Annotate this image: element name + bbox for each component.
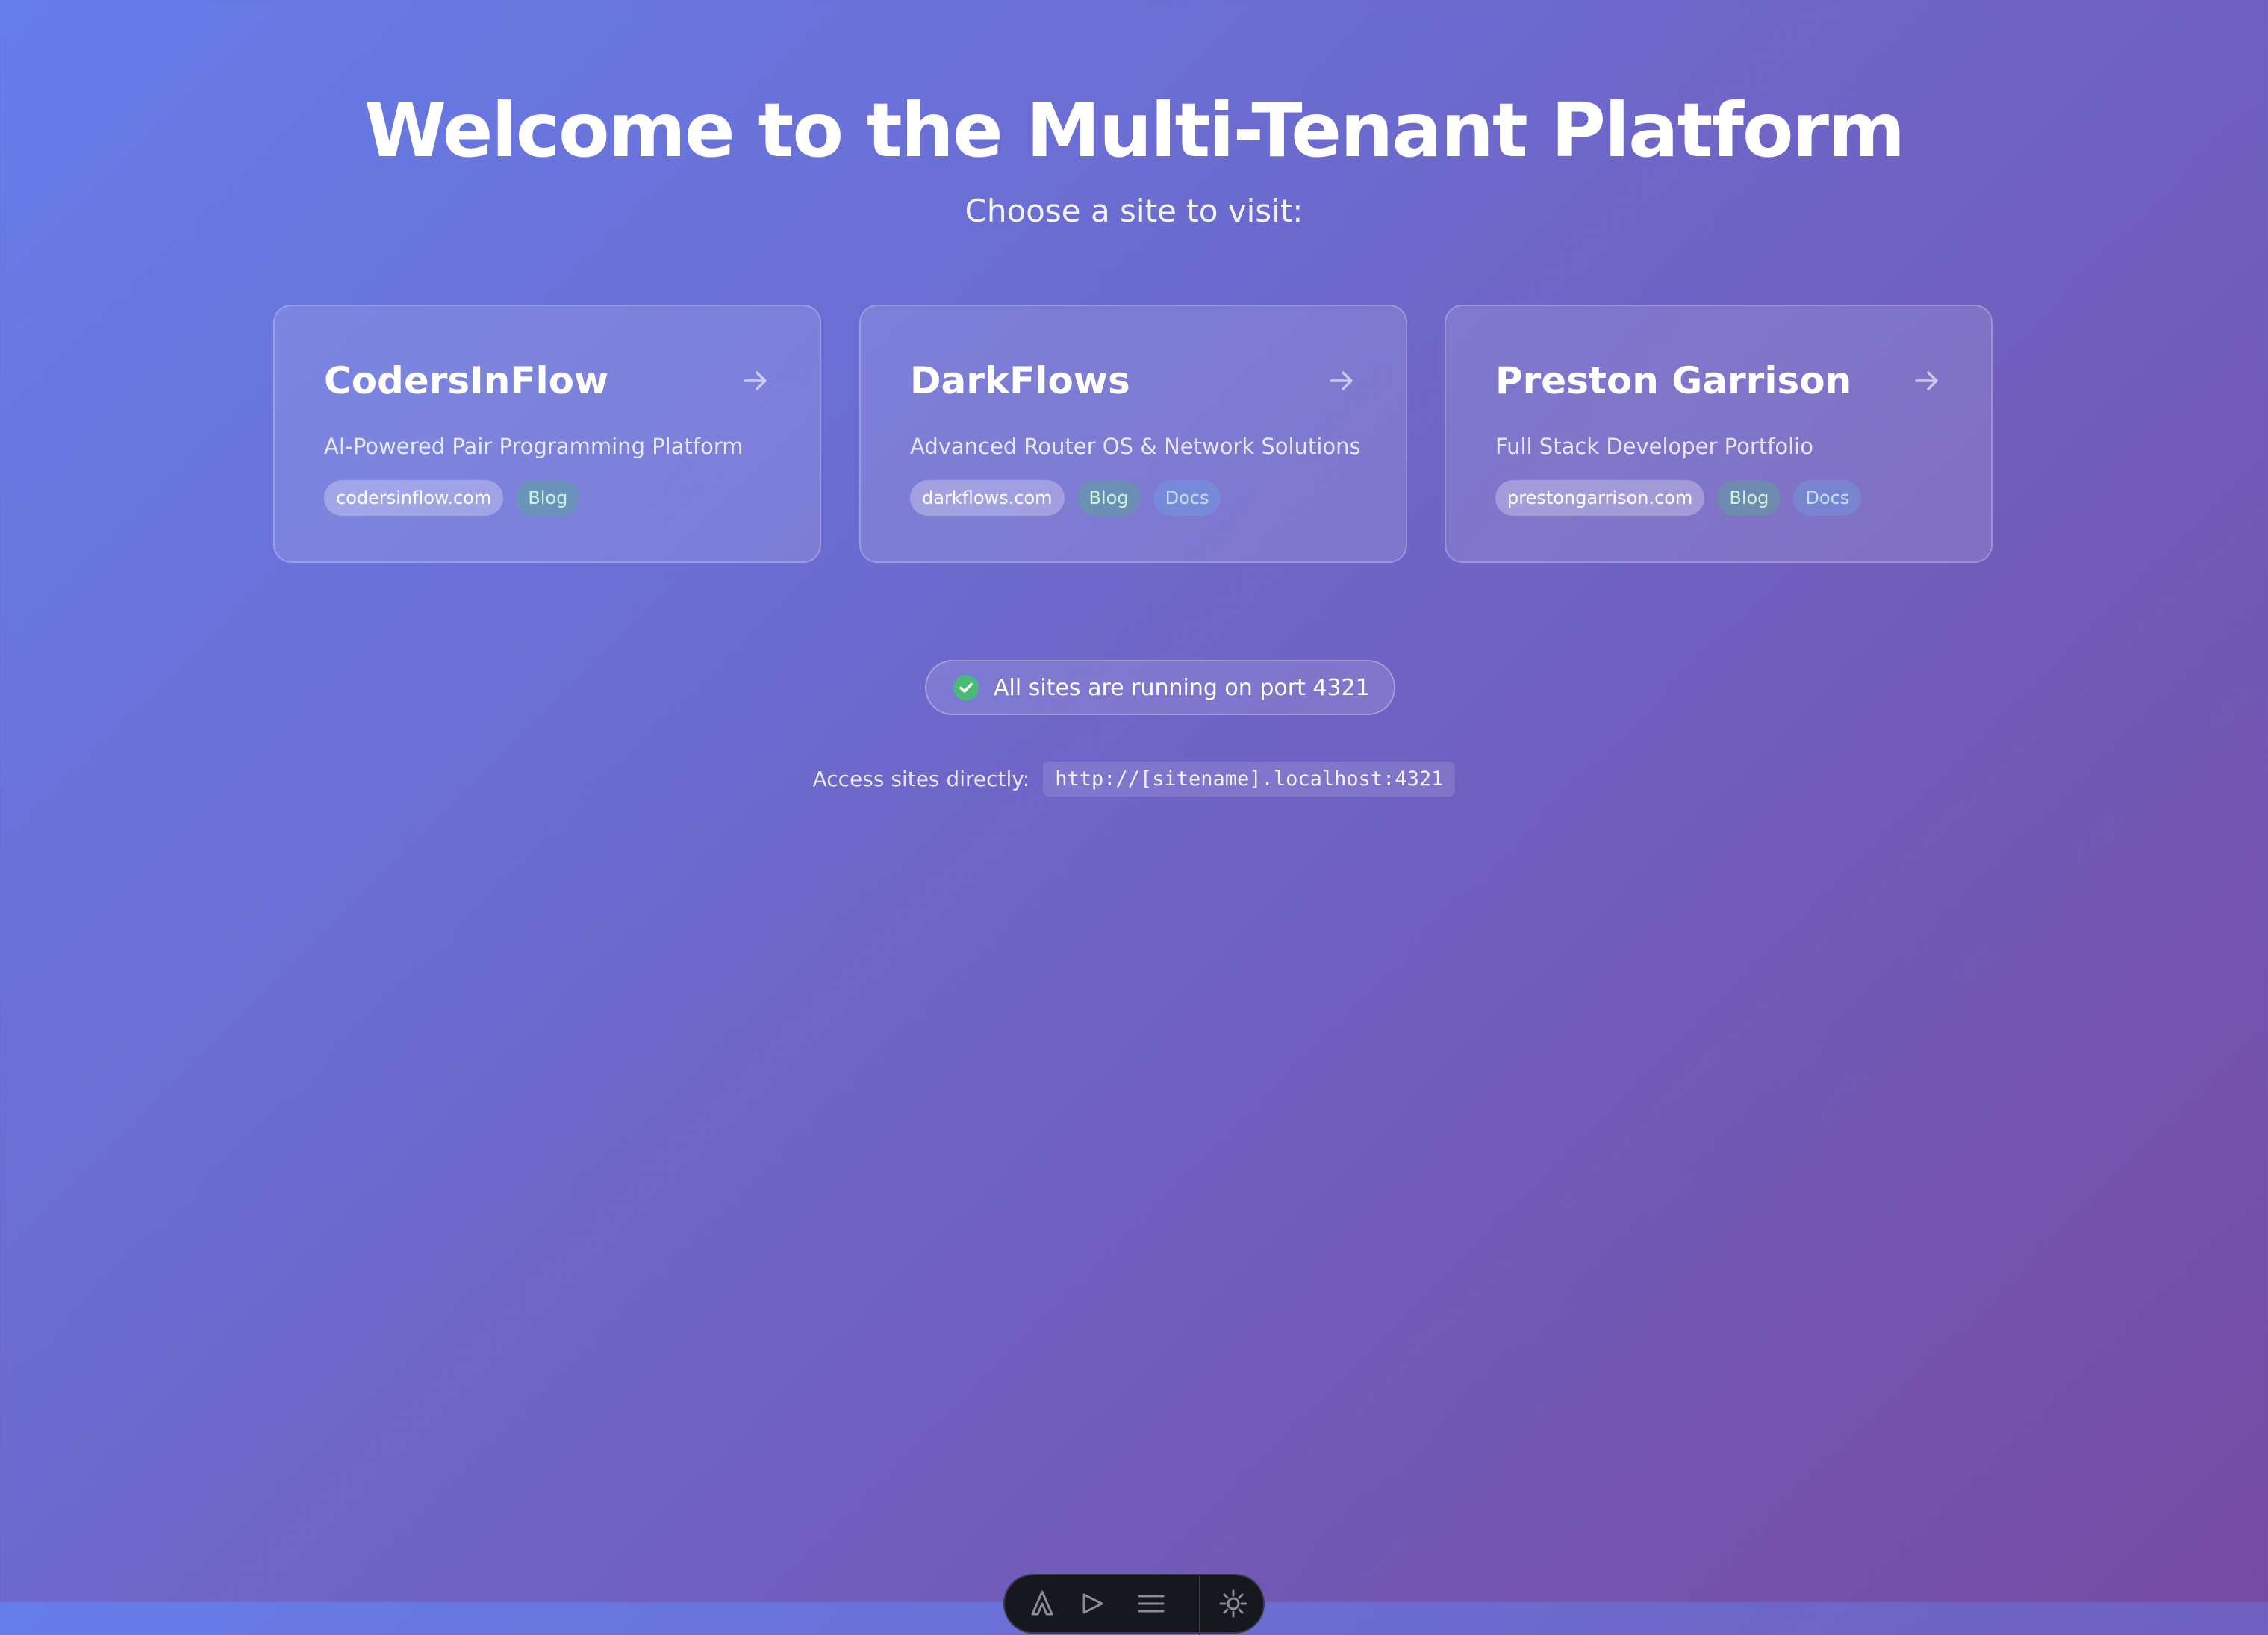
site-card-tags: codersinflow.com Blog xyxy=(324,480,580,516)
access-label: Access sites directly: xyxy=(812,767,1030,791)
site-card-tags: prestongarrison.com Blog Docs xyxy=(1495,480,1862,516)
docs-tag: Docs xyxy=(1793,480,1862,516)
site-card-prestongarrison[interactable]: Preston Garrison Full Stack Developer Po… xyxy=(1445,305,1993,563)
check-circle-icon xyxy=(953,675,979,700)
site-card-codersinflow[interactable]: CodersInFlow AI-Powered Pair Programming… xyxy=(273,305,821,563)
site-card-tags: darkflows.com Blog Docs xyxy=(910,480,1221,516)
status-badge: All sites are running on port 4321 xyxy=(925,660,1395,715)
docs-tag: Docs xyxy=(1153,480,1221,516)
astro-logo-icon[interactable] xyxy=(1027,1589,1057,1619)
arrow-right-icon xyxy=(1915,371,1938,390)
blog-tag: Blog xyxy=(1077,480,1141,516)
arrow-right-icon xyxy=(744,371,767,390)
status-text: All sites are running on port 4321 xyxy=(994,674,1370,701)
site-card-name: DarkFlows xyxy=(910,359,1130,402)
site-card-name: CodersInFlow xyxy=(324,359,609,402)
blog-tag: Blog xyxy=(1717,480,1781,516)
site-card-darkflows[interactable]: DarkFlows Advanced Router OS & Network S… xyxy=(859,305,1407,563)
site-card-name: Preston Garrison xyxy=(1495,359,1852,402)
domain-tag: darkflows.com xyxy=(910,480,1065,516)
page-title: Welcome to the Multi-Tenant Platform xyxy=(364,87,1905,174)
page-subtitle: Choose a site to visit: xyxy=(965,193,1303,229)
access-url-code: http://[sitename].localhost:4321 xyxy=(1043,762,1456,797)
toolbar-divider xyxy=(1199,1575,1200,1635)
settings-icon[interactable] xyxy=(1218,1589,1248,1619)
site-card-description: Full Stack Developer Portfolio xyxy=(1495,434,1813,459)
domain-tag: prestongarrison.com xyxy=(1495,480,1705,516)
site-card-description: AI-Powered Pair Programming Platform xyxy=(324,434,744,459)
blog-tag: Blog xyxy=(516,480,580,516)
site-card-description: Advanced Router OS & Network Solutions xyxy=(910,434,1361,459)
domain-tag: codersinflow.com xyxy=(324,480,504,516)
access-info: Access sites directly: http://[sitename]… xyxy=(0,762,2268,797)
dev-toolbar[interactable] xyxy=(1003,1574,1265,1635)
arrow-right-icon xyxy=(1330,371,1353,390)
menu-icon[interactable] xyxy=(1136,1589,1166,1619)
audit-icon[interactable] xyxy=(1078,1589,1108,1619)
